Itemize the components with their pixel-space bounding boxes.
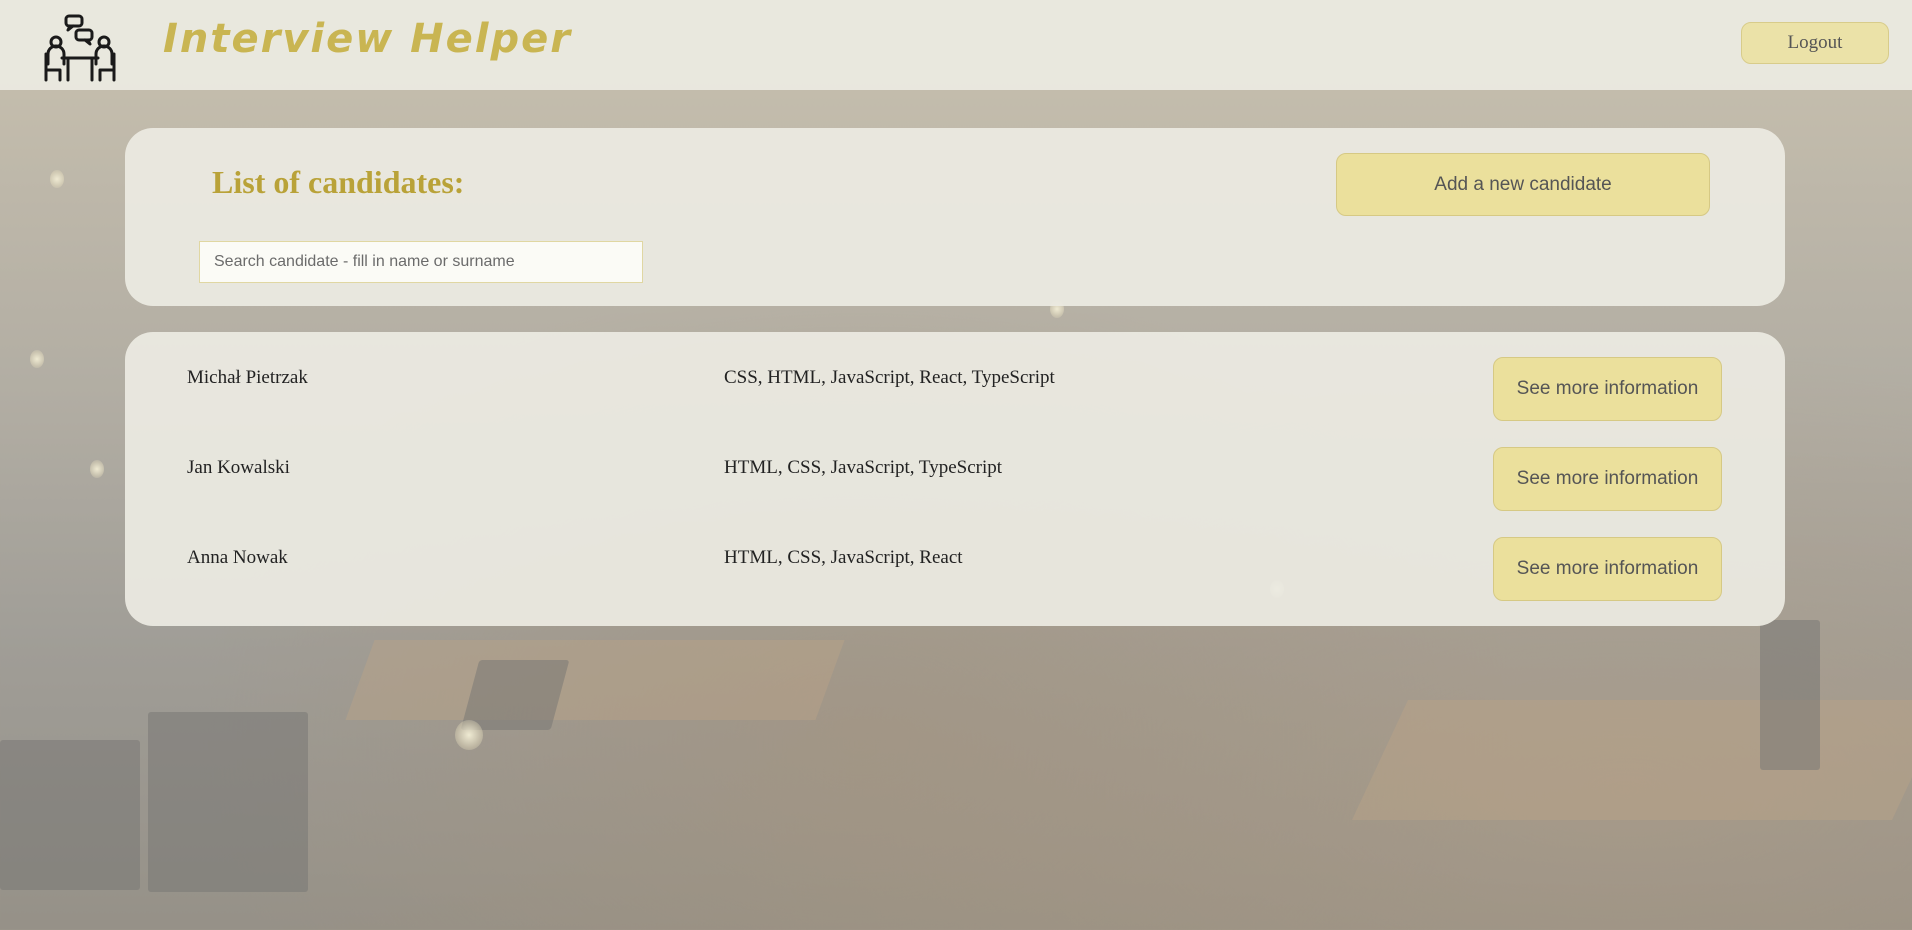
candidate-list: Michał Pietrzak CSS, HTML, JavaScript, R… [125, 332, 1785, 626]
top-navbar: Interview Helper Logout [0, 0, 1912, 90]
logout-button[interactable]: Logout [1741, 22, 1889, 64]
candidate-skills: HTML, CSS, JavaScript, TypeScript [724, 457, 1003, 478]
list-item: Jan Kowalski HTML, CSS, JavaScript, Type… [125, 447, 1785, 515]
candidates-header-panel: List of candidates: Add a new candidate [125, 128, 1785, 306]
interview-people-icon[interactable] [44, 14, 116, 82]
list-item: Anna Nowak HTML, CSS, JavaScript, React … [125, 537, 1785, 605]
candidate-name: Anna Nowak [187, 547, 288, 568]
candidate-name: Jan Kowalski [187, 457, 290, 478]
app-title: Interview Helper [163, 16, 572, 62]
see-more-information-button[interactable]: See more information [1493, 537, 1722, 601]
page-title: List of candidates: [212, 164, 465, 200]
candidate-name: Michał Pietrzak [187, 367, 308, 388]
add-candidate-button[interactable]: Add a new candidate [1336, 153, 1710, 216]
candidate-skills: HTML, CSS, JavaScript, React [724, 547, 963, 568]
see-more-information-button[interactable]: See more information [1493, 357, 1722, 421]
see-more-information-button[interactable]: See more information [1493, 447, 1722, 511]
list-item: Michał Pietrzak CSS, HTML, JavaScript, R… [125, 357, 1785, 425]
candidate-skills: CSS, HTML, JavaScript, React, TypeScript [724, 367, 1055, 388]
search-input[interactable] [199, 241, 643, 283]
